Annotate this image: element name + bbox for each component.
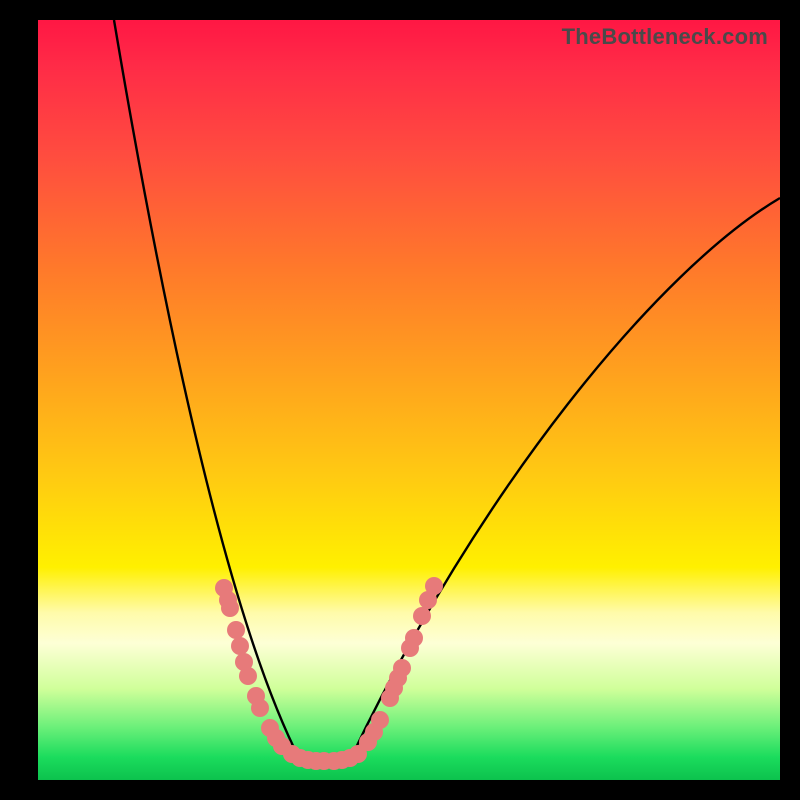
highlight-dot — [341, 749, 359, 767]
highlight-dot — [401, 639, 419, 657]
highlight-dot — [261, 719, 279, 737]
highlight-dot — [325, 752, 343, 770]
highlight-dot — [291, 749, 309, 767]
highlight-markers — [215, 577, 443, 770]
highlight-dot — [413, 607, 431, 625]
highlight-dot — [315, 752, 333, 770]
highlight-dot — [239, 667, 257, 685]
highlight-dot — [371, 711, 389, 729]
highlight-dot — [333, 751, 351, 769]
chart-svg — [38, 20, 780, 780]
highlight-dot — [219, 591, 237, 609]
highlight-dot — [419, 591, 437, 609]
highlight-dot — [283, 745, 301, 763]
highlight-dot — [393, 659, 411, 677]
highlight-dot — [299, 751, 317, 769]
highlight-dot — [405, 629, 423, 647]
highlight-dot — [227, 621, 245, 639]
watermark-label: TheBottleneck.com — [562, 24, 768, 50]
highlight-dot — [273, 737, 291, 755]
highlight-dot — [267, 729, 285, 747]
highlight-dot — [247, 687, 265, 705]
highlight-dot — [365, 723, 383, 741]
highlight-dot — [381, 689, 399, 707]
highlight-dot — [251, 699, 269, 717]
highlight-dot — [221, 599, 239, 617]
left-curve — [114, 20, 300, 760]
highlight-dot — [385, 679, 403, 697]
highlight-dot — [389, 669, 407, 687]
highlight-dot — [231, 637, 249, 655]
highlight-dot — [349, 745, 367, 763]
plot-area: TheBottleneck.com — [38, 20, 780, 780]
highlight-dot — [215, 579, 233, 597]
highlight-dot — [307, 752, 325, 770]
right-curve — [350, 198, 780, 760]
highlight-dot — [359, 733, 377, 751]
highlight-dot — [425, 577, 443, 595]
highlight-dot — [235, 653, 253, 671]
